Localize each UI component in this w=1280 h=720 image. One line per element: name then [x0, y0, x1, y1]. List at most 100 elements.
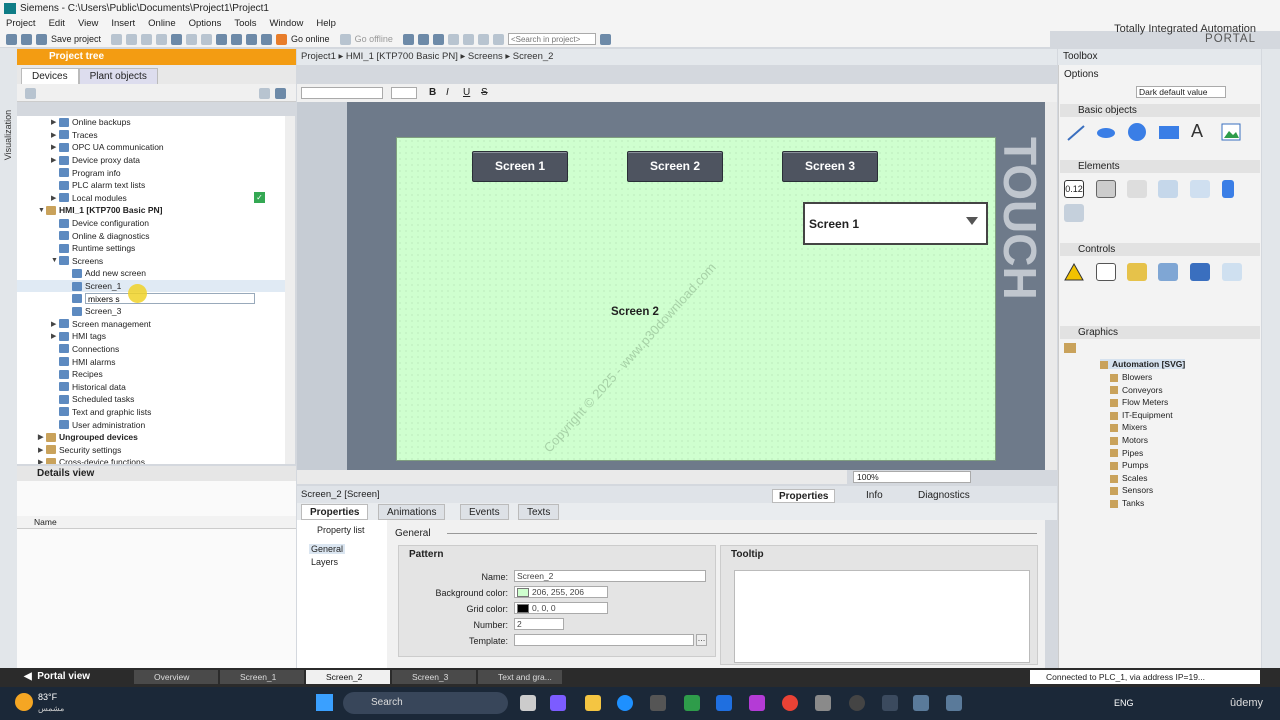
- compile-icon[interactable]: [216, 33, 228, 45]
- editor-tab[interactable]: Text and gra...: [478, 670, 562, 684]
- print-icon[interactable]: [111, 33, 123, 45]
- tree-item[interactable]: User administration: [17, 418, 285, 431]
- project-search-input[interactable]: [507, 33, 596, 45]
- trend-view-icon[interactable]: [1096, 263, 1116, 281]
- undo-icon[interactable]: [186, 33, 198, 45]
- tia-portal-icon[interactable]: [913, 695, 929, 711]
- tree-overview-icon[interactable]: [25, 88, 36, 99]
- property-list-general[interactable]: General: [309, 544, 346, 554]
- cross-ref-icon[interactable]: [447, 33, 459, 45]
- new-project-icon[interactable]: [6, 33, 17, 45]
- line-icon[interactable]: [1066, 124, 1086, 142]
- tree-item[interactable]: ▶ Device proxy data: [17, 154, 285, 167]
- tab-texts[interactable]: Texts: [518, 504, 560, 520]
- tab-animations[interactable]: Animations: [378, 504, 446, 520]
- tooltip-textarea[interactable]: [734, 570, 1030, 663]
- io-field-icon[interactable]: 0.12: [1064, 180, 1084, 198]
- strikethrough-icon[interactable]: S: [481, 87, 488, 98]
- cut-icon[interactable]: [126, 33, 138, 45]
- store-icon[interactable]: [650, 695, 666, 711]
- tab-devices[interactable]: Devices: [21, 68, 79, 84]
- edge-icon[interactable]: [617, 695, 633, 711]
- task-view-icon[interactable]: [520, 695, 536, 711]
- tree-item[interactable]: [17, 292, 285, 305]
- menu-online[interactable]: Online: [148, 18, 175, 29]
- tree-item[interactable]: ▼ HMI_1 [KTP700 Basic PN]: [17, 204, 285, 217]
- graphics-folder-item[interactable]: Blowers: [1110, 372, 1152, 382]
- inspector-tab-diagnostics[interactable]: Diagnostics: [912, 489, 976, 503]
- text-field-icon[interactable]: A: [1191, 121, 1211, 141]
- user-view-icon[interactable]: [1127, 263, 1147, 281]
- details-view-column-name[interactable]: Name: [17, 516, 296, 529]
- plcsim-icon[interactable]: [946, 695, 962, 711]
- tree-item[interactable]: Online & diagnostics: [17, 229, 285, 242]
- file-explorer-icon[interactable]: [585, 695, 601, 711]
- circle-icon[interactable]: [1127, 122, 1147, 141]
- start-cpu-icon[interactable]: [417, 33, 429, 45]
- graphics-folder-item[interactable]: Scales: [1110, 473, 1148, 483]
- menu-window[interactable]: Window: [270, 18, 304, 29]
- tree-view-icon[interactable]: [259, 88, 270, 99]
- button-element-icon[interactable]: [1096, 180, 1116, 198]
- split-horizontal-icon[interactable]: [477, 33, 489, 45]
- expand-arrow-icon[interactable]: ▶: [38, 458, 46, 464]
- redo-icon[interactable]: [201, 33, 213, 45]
- paste-icon[interactable]: [156, 33, 168, 45]
- windows-start-icon[interactable]: [316, 694, 333, 711]
- screen-3-button[interactable]: Screen 3: [782, 151, 878, 182]
- tree-item[interactable]: ▶ Traces: [17, 129, 285, 142]
- graphics-folder-item[interactable]: Motors: [1110, 435, 1148, 445]
- screen-1-button[interactable]: Screen 1: [472, 151, 568, 182]
- delete-icon[interactable]: [171, 33, 183, 45]
- section-graphics[interactable]: Graphics: [1060, 326, 1260, 339]
- tab-plant-objects[interactable]: Plant objects: [78, 68, 158, 84]
- bar-icon[interactable]: [1222, 180, 1234, 198]
- screen-2-button[interactable]: Screen 2: [627, 151, 723, 182]
- tab-properties[interactable]: Properties: [301, 504, 369, 520]
- stop-cpu-icon[interactable]: [432, 33, 444, 45]
- go-online-icon[interactable]: [276, 33, 288, 45]
- graphics-folder-item[interactable]: Pumps: [1110, 460, 1148, 470]
- number-stepper[interactable]: 2: [514, 618, 564, 630]
- italic-icon[interactable]: I: [446, 87, 449, 98]
- alarm-view-icon[interactable]: [1064, 262, 1084, 281]
- tree-item[interactable]: ▶ Online backups: [17, 116, 285, 129]
- expand-arrow-icon[interactable]: ▶: [51, 156, 59, 164]
- tree-item[interactable]: ▶ Security settings: [17, 443, 285, 456]
- editor-tab[interactable]: Overview: [134, 670, 218, 684]
- date-time-field-icon[interactable]: [1190, 180, 1210, 198]
- save-project-button[interactable]: Save project: [51, 34, 101, 44]
- hmi-screen[interactable]: Screen 1 Screen 2 Screen 3: [396, 137, 996, 461]
- tree-item[interactable]: Historical data: [17, 380, 285, 393]
- expand-arrow-icon[interactable]: ▶: [51, 194, 59, 202]
- tree-item[interactable]: ▼ Screens: [17, 255, 285, 268]
- tree-item[interactable]: Screen_1: [17, 279, 285, 293]
- tree-item[interactable]: ▶ HMI tags: [17, 330, 285, 343]
- connection-status[interactable]: Connected to PLC_1, via address IP=19...: [1030, 670, 1260, 684]
- tree-sync-icon[interactable]: [275, 88, 286, 99]
- tree-item[interactable]: Add new screen: [17, 267, 285, 280]
- expand-arrow-icon[interactable]: ▶: [38, 446, 46, 454]
- outlook-icon[interactable]: [716, 695, 732, 711]
- open-project-icon[interactable]: [21, 33, 32, 45]
- search-icon[interactable]: [599, 33, 611, 45]
- tree-item[interactable]: Scheduled tasks: [17, 393, 285, 406]
- menu-insert[interactable]: Insert: [111, 18, 135, 29]
- graphics-folder-item[interactable]: Flow Meters: [1110, 397, 1168, 407]
- go-offline-button[interactable]: Go offline: [355, 34, 393, 44]
- tree-item[interactable]: PLC alarm text lists: [17, 179, 285, 192]
- tree-item[interactable]: Screen_3: [17, 305, 285, 318]
- tree-item[interactable]: ▶ Cross-device functions: [17, 456, 285, 464]
- expand-arrow-icon[interactable]: ▼: [51, 257, 59, 264]
- section-basic-objects[interactable]: Basic objects: [1060, 104, 1260, 117]
- zoom-select[interactable]: 100%: [853, 471, 971, 483]
- template-field[interactable]: [514, 634, 694, 646]
- portal-view-button[interactable]: ◀ Portal view: [24, 671, 90, 682]
- tab-events[interactable]: Events: [460, 504, 509, 520]
- graphics-folder-icon[interactable]: [1064, 343, 1076, 353]
- graphics-root[interactable]: Automation [SVG]: [1100, 359, 1186, 369]
- expand-arrow-icon[interactable]: ▶: [51, 131, 59, 139]
- inspector-tab-properties[interactable]: Properties: [772, 489, 836, 503]
- app-icon[interactable]: [749, 695, 765, 711]
- graphics-folder-item[interactable]: Tanks: [1110, 498, 1144, 508]
